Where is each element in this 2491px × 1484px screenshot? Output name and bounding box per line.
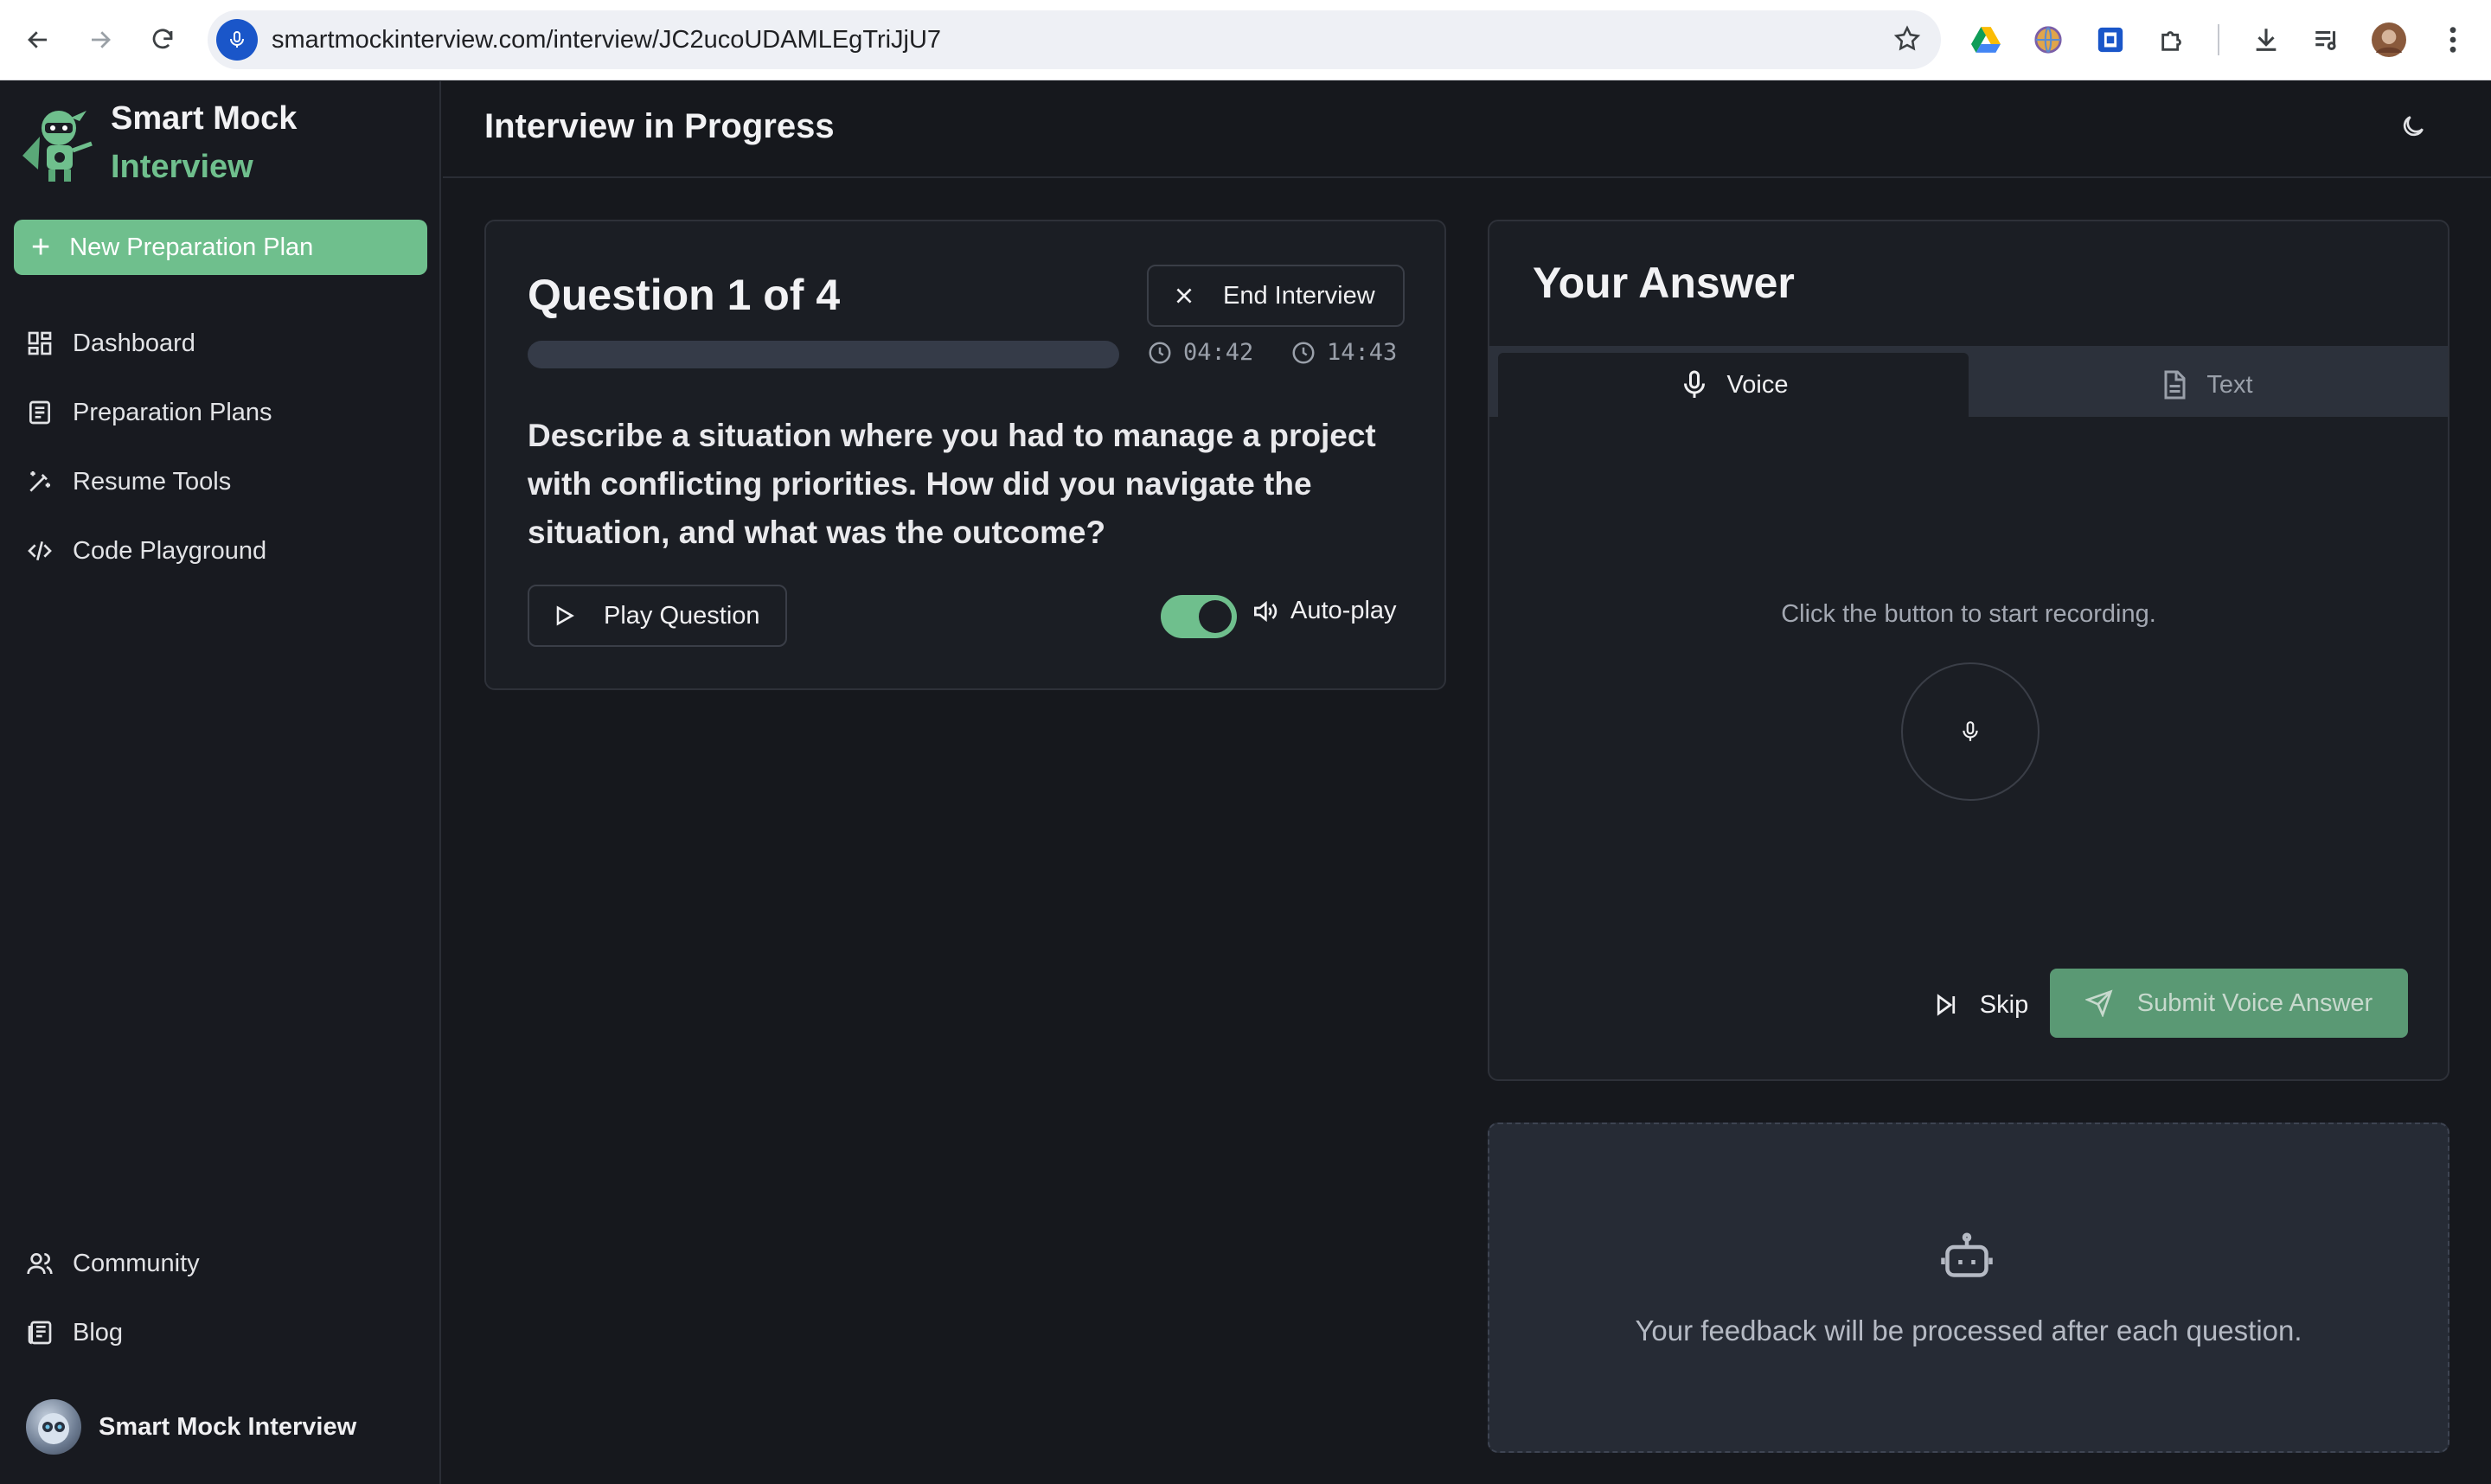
record-button[interactable] xyxy=(1901,662,2040,801)
submit-label: Submit Voice Answer xyxy=(2136,988,2373,1017)
avatar xyxy=(26,1399,81,1455)
document-icon xyxy=(2164,370,2186,400)
skip-button[interactable]: Skip xyxy=(1903,970,2059,1039)
profile-avatar[interactable] xyxy=(2368,19,2410,61)
tab-voice-label: Voice xyxy=(1726,370,1789,399)
globe-extension-icon[interactable] xyxy=(2027,19,2069,61)
clock-icon xyxy=(1292,342,1315,363)
feedback-message: Your feedback will be processed after ea… xyxy=(1635,1314,2302,1346)
mic-icon[interactable] xyxy=(216,19,258,61)
question-timer-value: 04:42 xyxy=(1183,339,1254,366)
code-icon xyxy=(28,541,52,560)
badge-extension-icon[interactable] xyxy=(2090,19,2131,61)
page-title: Interview in Progress xyxy=(484,107,835,145)
plus-icon: + xyxy=(31,229,51,265)
users-icon xyxy=(27,1253,53,1275)
dashboard-icon xyxy=(28,331,52,355)
sidebar-item-dashboard[interactable]: Dashboard xyxy=(26,322,195,365)
star-icon[interactable] xyxy=(1892,24,1922,58)
tab-voice[interactable]: Voice xyxy=(1498,353,1969,417)
sidebar-item-label: Community xyxy=(73,1249,200,1277)
toolbar-divider xyxy=(2218,24,2219,55)
sidebar-item-label: Resume Tools xyxy=(73,467,232,496)
kebab-menu-icon[interactable] xyxy=(2432,19,2474,61)
autoplay-label: Auto-play xyxy=(1290,597,1397,624)
newspaper-icon xyxy=(28,1321,52,1345)
url-text[interactable]: smartmockinterview.com/interview/JC2ucoU… xyxy=(272,26,941,54)
sidebar-item-label: Blog xyxy=(73,1318,124,1346)
notebook-icon xyxy=(29,400,50,425)
mic-icon xyxy=(1683,370,1705,398)
forward-arrow-icon[interactable] xyxy=(80,19,121,61)
play-icon xyxy=(556,605,574,626)
back-arrow-icon[interactable] xyxy=(17,19,59,61)
skip-label: Skip xyxy=(1979,990,2029,1019)
bot-icon xyxy=(1941,1231,1993,1284)
recording-hint: Click the button to start recording. xyxy=(1781,600,2156,628)
download-icon[interactable] xyxy=(2245,19,2287,61)
question-timer: 04:42 xyxy=(1147,339,1253,366)
google-drive-icon[interactable] xyxy=(1965,19,2007,61)
puzzle-extension-icon[interactable] xyxy=(2152,19,2193,61)
skip-forward-icon xyxy=(1937,994,1955,1016)
brand-name: Smart Mock xyxy=(111,100,298,137)
mic-icon xyxy=(1963,721,1978,741)
tab-text-label: Text xyxy=(2206,370,2253,399)
moon-icon[interactable] xyxy=(2399,112,2427,144)
answer-mode-tabs: Voice Text xyxy=(1489,346,2448,417)
sidebar-item-blog[interactable]: Blog xyxy=(26,1311,123,1354)
logo-icon[interactable] xyxy=(14,102,100,185)
clock-icon xyxy=(1149,342,1171,363)
sidebar-item-community[interactable]: Community xyxy=(26,1242,200,1285)
media-control-icon[interactable] xyxy=(2306,19,2347,61)
autoplay-toggle[interactable] xyxy=(1161,595,1237,638)
tab-text[interactable]: Text xyxy=(1970,353,2441,417)
total-timer: 14:43 xyxy=(1290,339,1397,366)
close-icon xyxy=(1176,288,1192,304)
sidebar-item-code-playground[interactable]: Code Playground xyxy=(26,529,266,572)
page-header: Interview in Progress xyxy=(443,81,2491,178)
user-name: Smart Mock Interview xyxy=(99,1412,357,1441)
total-timer-value: 14:43 xyxy=(1327,339,1398,366)
answer-title: Your Answer xyxy=(1533,259,1795,307)
sidebar-item-label: Dashboard xyxy=(73,329,195,357)
browser-toolbar: smartmockinterview.com/interview/JC2ucoU… xyxy=(0,0,2491,80)
feedback-card: Your feedback will be processed after ea… xyxy=(1488,1123,2449,1453)
toggle-knob xyxy=(1199,600,1232,633)
question-text: Describe a situation where you had to ma… xyxy=(528,418,1376,550)
sidebar: Smart Mock Interview + New Preparation P… xyxy=(0,81,441,1484)
brand-name-accent: Interview xyxy=(111,149,253,185)
end-interview-label: End Interview xyxy=(1223,281,1375,310)
sidebar-item-resume-tools[interactable]: Resume Tools xyxy=(26,460,231,503)
submit-voice-answer-button[interactable]: Submit Voice Answer xyxy=(2050,969,2408,1038)
sidebar-item-label: Preparation Plans xyxy=(73,398,272,426)
end-interview-button[interactable]: End Interview xyxy=(1147,265,1405,327)
new-preparation-plan-button[interactable]: + New Preparation Plan xyxy=(14,220,427,275)
play-question-button[interactable]: Play Question xyxy=(528,585,787,647)
play-question-label: Play Question xyxy=(604,601,760,630)
magic-wand-icon xyxy=(29,471,50,492)
question-counter: Question 1 of 4 xyxy=(528,271,841,319)
send-icon xyxy=(2084,989,2113,1017)
question-card: Question 1 of 4 End Interview 04:42 14:4… xyxy=(484,220,1446,690)
speaker-icon xyxy=(1254,600,1278,622)
autoplay-label-group: Auto-play xyxy=(1251,597,1397,625)
sidebar-item-preparation-plans[interactable]: Preparation Plans xyxy=(26,391,272,434)
address-bar[interactable]: smartmockinterview.com/interview/JC2ucoU… xyxy=(208,10,1941,69)
user-profile[interactable]: Smart Mock Interview xyxy=(26,1399,356,1455)
new-plan-label: New Preparation Plan xyxy=(69,233,314,261)
question-progress-bar xyxy=(528,341,1119,368)
reload-icon[interactable] xyxy=(142,19,183,61)
sidebar-item-label: Code Playground xyxy=(73,536,267,565)
answer-card: Your Answer Voice Text Click the button … xyxy=(1488,220,2449,1081)
